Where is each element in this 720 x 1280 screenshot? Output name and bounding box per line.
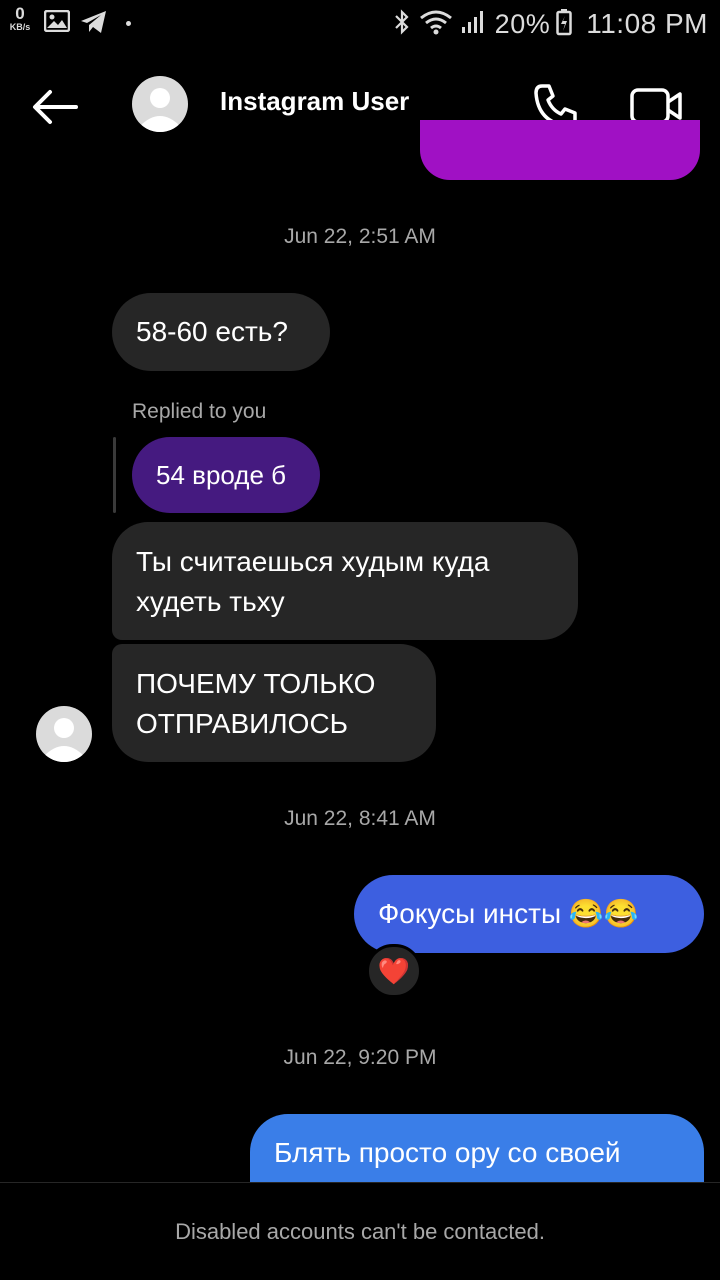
disabled-account-notice: Disabled accounts can't be contacted. — [175, 1219, 545, 1244]
status-bar-left: 0 KB/s — [6, 4, 131, 39]
wifi-icon — [419, 9, 461, 40]
reply-quote[interactable]: 54 вроде б — [132, 437, 320, 513]
clock: 11:08 PM — [586, 8, 708, 39]
timestamp: Jun 22, 8:41 AM — [284, 807, 436, 830]
reply-indicator-line — [113, 437, 116, 513]
telegram-icon — [80, 10, 108, 39]
heart-reaction[interactable]: ❤️ — [366, 944, 422, 998]
battery-percent: 20% — [494, 8, 551, 39]
incoming-message[interactable]: ПОЧЕМУ ТОЛЬКО ОТПРАВИЛОСЬ — [112, 644, 436, 762]
status-bar: 0 KB/s 20% 11:08 PM — [0, 0, 720, 48]
default-avatar-icon — [44, 718, 84, 762]
outgoing-message-partial[interactable] — [420, 120, 700, 180]
contact-avatar[interactable] — [132, 76, 188, 132]
heart-icon: ❤️ — [377, 956, 411, 986]
network-speed-value: 0 — [15, 4, 25, 23]
timestamp: Jun 22, 2:51 AM — [284, 225, 436, 248]
signal-icon — [461, 9, 495, 40]
incoming-message[interactable]: Ты считаешься худым куда худеть тьху — [112, 522, 578, 640]
battery-icon — [556, 8, 580, 41]
default-avatar-icon — [140, 88, 180, 132]
network-speed-unit: KB/s — [9, 22, 31, 32]
incoming-message[interactable]: 58-60 есть? — [112, 293, 330, 371]
notification-dot-icon — [126, 21, 131, 26]
sender-avatar[interactable] — [36, 706, 92, 762]
chat-screen: 0 KB/s 20% 11:08 PM Instagram User Jun 2… — [0, 0, 720, 1280]
replied-label: Replied to you — [132, 400, 267, 423]
network-speed: 0 KB/s — [6, 4, 34, 32]
composer-disabled-footer: Disabled accounts can't be contacted. — [0, 1182, 720, 1280]
back-button[interactable] — [28, 80, 82, 134]
back-arrow-icon — [33, 90, 78, 124]
status-bar-right: 20% 11:08 PM — [393, 6, 708, 42]
timestamp: Jun 22, 9:20 PM — [283, 1046, 437, 1069]
outgoing-message[interactable]: Фокусы инсты 😂😂 — [354, 875, 704, 953]
gallery-icon — [43, 9, 71, 37]
bluetooth-icon — [393, 8, 419, 41]
contact-name[interactable]: Instagram User — [220, 86, 409, 117]
